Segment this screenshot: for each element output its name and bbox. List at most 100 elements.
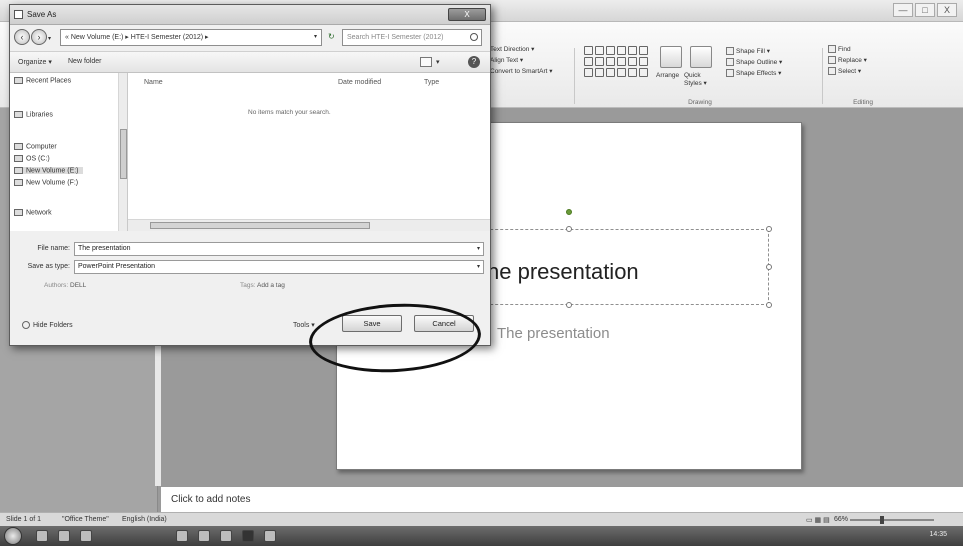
nav-recent-places[interactable]: Recent Places (14, 77, 71, 84)
ribbon-separator (822, 48, 823, 104)
editing-group-label: Editing (853, 99, 873, 106)
save-as-type-select[interactable]: PowerPoint Presentation ▾ (74, 260, 484, 274)
quick-styles-icon[interactable] (690, 46, 712, 68)
save-as-type-label: Save as type: (27, 263, 70, 270)
file-list[interactable]: Name Date modified Type No items match y… (128, 73, 490, 219)
convert-smartart-button[interactable]: Convert to SmartArt ▾ (490, 66, 570, 77)
minimize-button[interactable]: — (893, 3, 913, 17)
shape-fill-icon (726, 47, 734, 56)
taskbar-app-icon[interactable] (198, 530, 210, 542)
refresh-icon[interactable]: ↻ (328, 32, 335, 41)
tools-button[interactable]: Tools ▾ (293, 321, 315, 329)
nav-new-volume-e[interactable]: New Volume (E:) (14, 167, 83, 175)
dialog-titlebar[interactable]: Save As X (10, 5, 490, 25)
chevron-up-icon (22, 321, 30, 329)
tags-field[interactable]: Tags: Add a tag (240, 282, 285, 289)
organize-button[interactable]: Organize ▾ (18, 58, 52, 66)
address-bar[interactable]: « New Volume (E:) ▸ HTE-I Semester (2012… (60, 29, 322, 46)
zoom-level[interactable]: 66% (834, 516, 848, 523)
notes-pane[interactable]: Click to add notes (161, 486, 963, 512)
taskbar-app-icon[interactable] (264, 530, 276, 542)
nav-os-c[interactable]: OS (C:) (14, 155, 50, 162)
command-bar: Organize ▾ New folder ▾ ? (10, 51, 490, 73)
nav-scroll-thumb[interactable] (120, 129, 127, 179)
shape-fill-button[interactable]: Shape Fill ▾ (726, 46, 782, 57)
find-button[interactable]: Find (828, 44, 898, 55)
back-icon[interactable]: ‹ (14, 29, 30, 45)
taskbar: 14:35 (0, 526, 963, 546)
taskbar-powerpoint-icon[interactable] (242, 530, 254, 542)
new-folder-button[interactable]: New folder (68, 58, 101, 65)
save-button[interactable]: Save (342, 315, 402, 332)
resize-handle[interactable] (766, 302, 772, 308)
zoom-slider-knob[interactable] (880, 516, 884, 524)
clock[interactable]: 14:35 (929, 531, 947, 538)
nav-scrollbar[interactable] (118, 73, 127, 231)
shape-effects-icon (726, 69, 734, 78)
close-window-button[interactable]: X (937, 3, 957, 17)
navigation-row: ‹ › ▾ « New Volume (E:) ▸ HTE-I Semester… (10, 25, 490, 51)
nav-network[interactable]: Network (14, 209, 52, 216)
align-text-button[interactable]: Align Text ▾ (490, 55, 570, 66)
select-button[interactable]: Select ▾ (828, 66, 898, 77)
slide-title[interactable]: he presentation (487, 259, 639, 285)
hide-folders-toggle[interactable]: Hide Folders (22, 321, 73, 329)
zoom-slider[interactable] (850, 516, 934, 524)
file-list-scroll-thumb[interactable] (150, 222, 370, 229)
arrange-button[interactable]: Arrange (656, 72, 679, 79)
nav-new-volume-f[interactable]: New Volume (F:) (14, 179, 78, 186)
ribbon-paragraph-group: Text Direction ▾ Align Text ▾ Convert to… (490, 44, 570, 108)
slide-subtitle[interactable]: The presentation (497, 325, 610, 342)
column-name[interactable]: Name (144, 79, 163, 86)
nav-libraries[interactable]: Libraries (14, 111, 53, 118)
nav-computer[interactable]: Computer (14, 143, 57, 150)
text-direction-button[interactable]: Text Direction ▾ (490, 44, 570, 55)
resize-handle[interactable] (566, 226, 572, 232)
taskbar-app-icon[interactable] (220, 530, 232, 542)
quick-styles-button[interactable]: Quick Styles ▾ (684, 72, 720, 87)
resize-handle[interactable] (766, 226, 772, 232)
authors-field[interactable]: Authors: DELL (44, 282, 86, 289)
drive-icon (14, 155, 23, 162)
replace-icon (828, 56, 836, 65)
shape-effects-button[interactable]: Shape Effects ▾ (726, 68, 782, 79)
replace-button[interactable]: Replace ▾ (828, 55, 898, 66)
view-buttons[interactable]: ▭ ▦ ▤ (806, 516, 830, 524)
resize-handle[interactable] (566, 302, 572, 308)
shapes-gallery[interactable] (584, 46, 648, 77)
search-input[interactable]: Search HTE-I Semester (2012) (342, 29, 482, 46)
drawing-group-label: Drawing (688, 99, 712, 106)
chevron-down-icon[interactable]: ▾ (477, 243, 480, 255)
maximize-button[interactable]: □ (915, 3, 935, 17)
language-indicator[interactable]: English (India) (122, 516, 167, 523)
recent-locations-icon[interactable]: ▾ (48, 35, 51, 42)
recent-places-icon (14, 77, 23, 84)
chevron-down-icon[interactable]: ▾ (436, 58, 440, 66)
taskbar-explorer-icon[interactable] (36, 530, 48, 542)
network-icon (14, 209, 23, 216)
file-list-scrollbar[interactable] (128, 219, 490, 231)
column-date-modified[interactable]: Date modified (338, 79, 381, 86)
start-button[interactable] (4, 527, 22, 545)
window-controls: — □ X (893, 3, 957, 17)
file-name-input[interactable]: The presentation ▾ (74, 242, 484, 256)
help-icon[interactable]: ? (468, 56, 480, 68)
chevron-down-icon[interactable]: ▾ (477, 261, 480, 273)
shape-outline-button[interactable]: Shape Outline ▾ (726, 57, 782, 68)
forward-icon[interactable]: › (31, 29, 47, 45)
taskbar-media-icon[interactable] (58, 530, 70, 542)
rotation-handle[interactable] (566, 209, 572, 215)
taskbar-app-icon[interactable] (80, 530, 92, 542)
dialog-close-button[interactable]: X (448, 8, 486, 21)
resize-handle[interactable] (766, 264, 772, 270)
binoculars-icon (828, 45, 836, 54)
cancel-button[interactable]: Cancel (414, 315, 474, 332)
chevron-down-icon[interactable]: ▾ (314, 30, 317, 45)
empty-message: No items match your search. (248, 109, 331, 116)
search-icon (470, 33, 478, 41)
column-type[interactable]: Type (424, 79, 439, 86)
ribbon-drawing-group: Arrange Quick Styles ▾ Shape Fill ▾ Shap… (580, 44, 820, 108)
view-options-icon[interactable] (420, 57, 432, 67)
arrange-icon[interactable] (660, 46, 682, 68)
taskbar-browser-icon[interactable] (176, 530, 188, 542)
